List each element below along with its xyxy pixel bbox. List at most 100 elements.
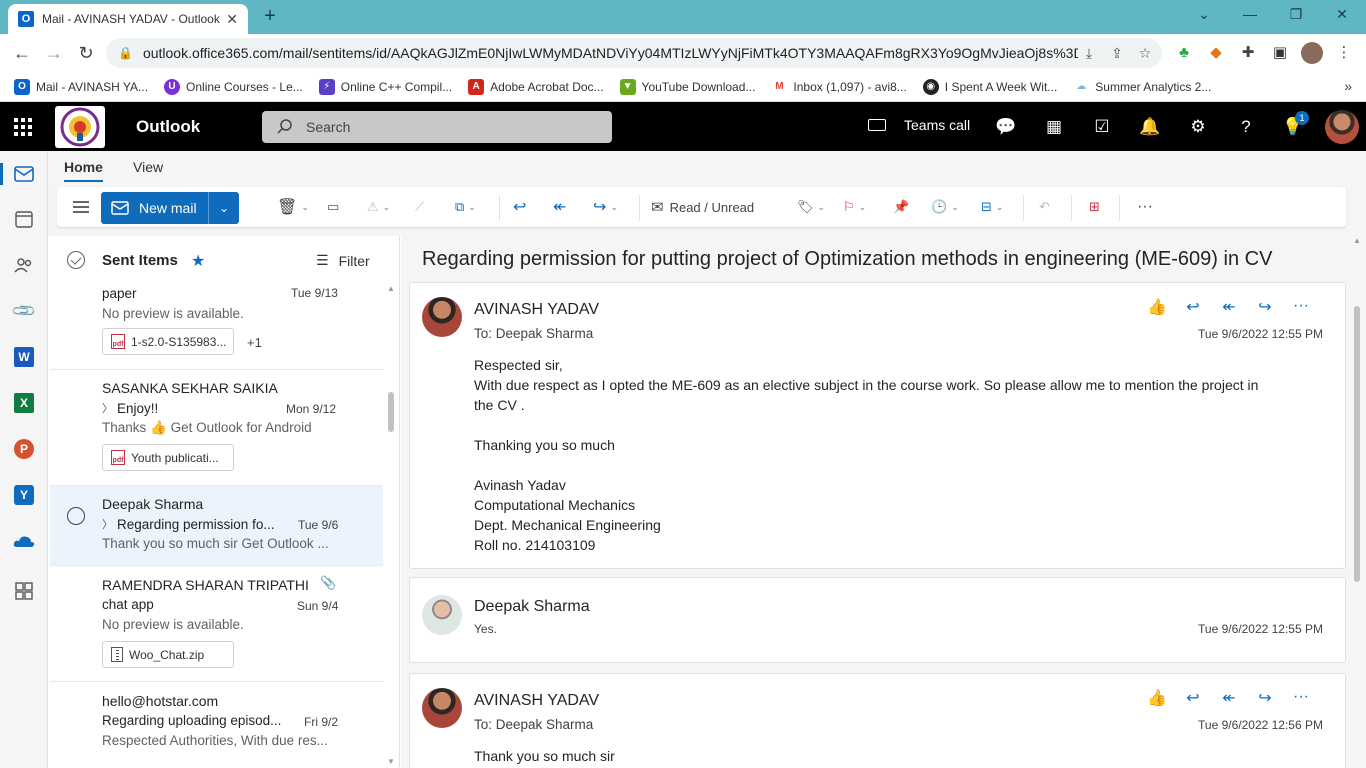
scrollbar-thumb[interactable] — [388, 392, 394, 432]
scroll-down-icon[interactable]: ▼ — [387, 757, 395, 766]
forward-mail-button[interactable]: ↪ ⌄ — [593, 197, 618, 217]
sender-name[interactable]: AVINASH YADAV — [474, 692, 599, 710]
tab-view[interactable]: View — [133, 159, 163, 175]
more-actions-icon[interactable]: ··· — [1283, 297, 1319, 317]
bell-icon[interactable]: 🔔 — [1138, 115, 1162, 139]
list-item[interactable]: hello@hotstar.com Regarding uploading ep… — [50, 682, 383, 768]
categorize-button[interactable]: 🏷 ⌄ — [797, 197, 825, 217]
bookmark-week[interactable]: ◉ I Spent A Week Wit... — [922, 78, 1057, 95]
side-panel-icon[interactable]: ▣ — [1269, 42, 1291, 64]
report-button[interactable]: ⚠ ⌄ — [367, 197, 390, 217]
reply-all-button[interactable]: ↞ — [553, 197, 566, 217]
extension-green-icon[interactable]: ♣ — [1173, 42, 1195, 64]
chevron-right-icon[interactable]: 〉 — [102, 516, 113, 532]
attachment-chip[interactable]: pdf Youth publicati... — [102, 444, 234, 471]
excel-icon[interactable]: X — [12, 391, 36, 415]
bookmark-mail[interactable]: O Mail - AVINASH YA... — [14, 78, 148, 95]
gear-icon[interactable]: ⚙ — [1186, 115, 1210, 139]
address-bar[interactable]: 🔒 outlook.office365.com/mail/sentitems/i… — [106, 38, 1162, 68]
powerpoint-icon[interactable]: P — [12, 437, 36, 461]
chrome-menu-icon[interactable]: ⋮ — [1333, 42, 1355, 64]
install-app-icon[interactable]: ⤓ — [1078, 45, 1100, 62]
chevron-down-icon[interactable]: ⌄ — [818, 202, 826, 213]
reply-all-icon[interactable]: ↞ — [1211, 688, 1247, 708]
new-mail-button[interactable]: New mail ⌄ — [101, 192, 239, 224]
bookmark-online-courses[interactable]: U Online Courses - Le... — [164, 78, 303, 95]
like-icon[interactable]: 👍 — [1139, 297, 1175, 317]
chevron-down-icon[interactable]: ⌄ — [610, 202, 618, 213]
extensions-puzzle-icon[interactable]: ✚ — [1237, 42, 1259, 64]
url-text[interactable]: outlook.office365.com/mail/sentitems/id/… — [143, 45, 1078, 61]
bookmark-adobe[interactable]: A Adobe Acrobat Doc... — [468, 78, 604, 95]
chevron-down-icon[interactable]: ⌄ — [383, 202, 391, 213]
list-item-selected[interactable]: Deepak Sharma 〉 Regarding permission fo..… — [50, 486, 383, 566]
chevron-down-icon[interactable]: ⌄ — [468, 202, 476, 213]
new-tab-button[interactable]: + — [258, 5, 282, 29]
word-icon[interactable]: W — [12, 345, 36, 369]
select-message-checkbox[interactable] — [67, 507, 85, 525]
rules-button[interactable]: ⊟ ⌄ — [981, 197, 1003, 217]
reply-icon[interactable]: ↩ — [1175, 297, 1211, 317]
sender-name[interactable]: AVINASH YADAV — [474, 301, 599, 319]
reload-button[interactable]: ↻ — [74, 41, 98, 65]
hamburger-menu-icon[interactable] — [71, 197, 91, 217]
search-box[interactable]: Search — [262, 111, 612, 143]
scroll-up-icon[interactable]: ▲ — [387, 284, 395, 293]
forward-icon[interactable]: ↪ — [1247, 688, 1283, 708]
teams-call-button[interactable]: Teams call — [868, 117, 970, 133]
back-button[interactable]: ← — [10, 41, 34, 65]
scrollbar-thumb[interactable] — [1354, 306, 1360, 582]
delete-button[interactable]: 🗑 ⌄ — [277, 197, 309, 217]
list-item[interactable]: paper Tue 9/13 No preview is available. … — [50, 284, 383, 370]
chevron-down-icon[interactable]: ⌄ — [859, 202, 867, 213]
chevron-down-icon[interactable]: ⌄ — [996, 202, 1004, 213]
tab-search-icon[interactable]: ⌄ — [1192, 4, 1216, 24]
undo-button[interactable]: ↶ — [1039, 197, 1050, 217]
message-card-collapsed[interactable]: Deepak Sharma Yes. Tue 9/6/2022 12:55 PM — [409, 577, 1346, 663]
chevron-right-icon[interactable]: 〉 — [102, 400, 113, 416]
mail-icon[interactable] — [12, 162, 36, 186]
sender-avatar[interactable] — [422, 595, 462, 635]
yammer-icon[interactable]: Y — [12, 483, 36, 507]
sender-name[interactable]: Deepak Sharma — [474, 598, 590, 616]
bookmark-summer-analytics[interactable]: ☁ Summer Analytics 2... — [1073, 78, 1211, 95]
bookmark-cpp-compiler[interactable]: ⚡ Online C++ Compil... — [318, 78, 452, 95]
onedrive-icon[interactable] — [12, 529, 36, 553]
scroll-up-icon[interactable]: ▲ — [1353, 236, 1361, 245]
more-actions-icon[interactable]: ··· — [1283, 688, 1319, 708]
app-launcher-icon[interactable] — [12, 116, 34, 138]
lock-icon[interactable]: 🔒 — [118, 46, 133, 60]
more-bookmarks-icon[interactable]: » — [1344, 78, 1352, 94]
new-mail-dropdown-icon[interactable]: ⌄ — [209, 201, 239, 215]
reply-icon[interactable]: ↩ — [1175, 688, 1211, 708]
calendar-icon[interactable] — [12, 207, 36, 231]
share-icon[interactable]: ⇪ — [1106, 45, 1128, 62]
flag-button[interactable]: ⚐ ⌄ — [843, 197, 866, 217]
snooze-button[interactable]: 🕒 ⌄ — [931, 197, 959, 217]
attachment-icon[interactable]: 📎 — [11, 298, 37, 324]
tab-home[interactable]: Home — [64, 159, 103, 182]
list-item[interactable]: SASANKA SEKHAR SAIKIA 〉 Enjoy!! Mon 9/12 … — [50, 370, 383, 486]
like-icon[interactable]: 👍 — [1139, 688, 1175, 708]
office-icon[interactable]: ▦ — [1042, 115, 1066, 139]
forward-icon[interactable]: ↪ — [1247, 297, 1283, 317]
sender-avatar[interactable] — [422, 297, 462, 337]
close-window-button[interactable]: ✕ — [1330, 4, 1354, 24]
more-options-button[interactable]: ··· — [1137, 197, 1153, 217]
filter-button[interactable]: ☰ Filter — [316, 252, 370, 269]
favorite-star-icon[interactable]: ★ — [191, 251, 205, 271]
apps-button[interactable]: ⊞ — [1089, 197, 1100, 217]
feedback-icon[interactable]: 💬 — [994, 115, 1018, 139]
archive-button[interactable]: ▭ — [327, 197, 339, 217]
move-to-button[interactable]: ⧉ ⌄ — [455, 197, 476, 217]
reading-pane-scrollbar[interactable]: ▲ — [1350, 236, 1364, 768]
chevron-down-icon[interactable]: ⌄ — [951, 202, 959, 213]
profile-avatar[interactable] — [1301, 42, 1323, 64]
restore-window-button[interactable]: ❐ — [1284, 4, 1308, 24]
metamask-icon[interactable]: ◆ — [1205, 42, 1227, 64]
read-unread-button[interactable]: ✉ Read / Unread — [651, 197, 754, 217]
pin-button[interactable]: 📌 — [893, 197, 909, 217]
people-icon[interactable] — [12, 253, 36, 277]
more-attachments-count[interactable]: +1 — [247, 335, 262, 350]
sweep-button[interactable]: ⟋ — [415, 197, 424, 217]
